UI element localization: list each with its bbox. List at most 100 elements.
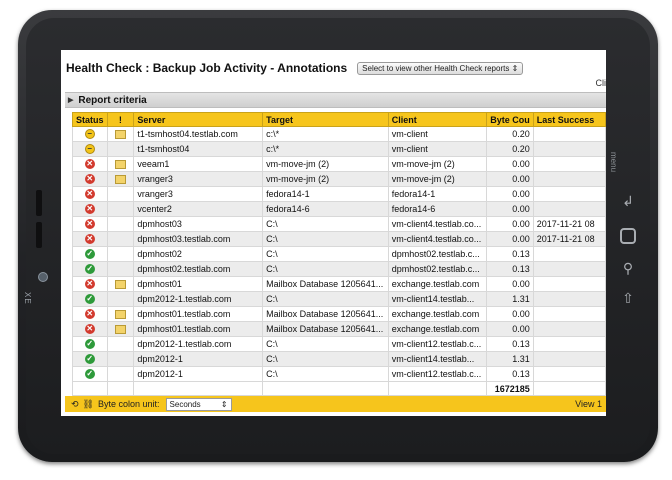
byte-count-cell: 1.31 [486,291,534,307]
table-row[interactable]: ✓ dpm2012-1 C:\ vm-client14.testlab... 1.31 [72,351,606,367]
back-arrow-icon[interactable]: ↲ [618,193,638,210]
annotation-cell[interactable] [106,126,135,142]
client-cell: vm-client12.testlab.c... [387,366,488,382]
last-success-cell [532,141,606,157]
table-row[interactable]: ✕ dpmhost01.testlab.com Mailbox Database 1… [72,306,606,322]
last-success-cell [532,126,606,142]
table-row[interactable]: ✕ veeam1 vm-move-jm (2) vm-move-jm (2) 0.00 [72,156,606,172]
table-row[interactable]: ✕ dpmhost03.testlab.com C:\ vm-client4.test… [72,231,606,247]
status-error-icon: ✕ [84,279,95,290]
column-header-byte-count[interactable]: Byte Cou [486,112,534,127]
total-row-cell [532,381,606,396]
table-row[interactable]: ✓ dpm2012-1 C:\ vm-client12.testlab.c... 0.1… [72,366,606,382]
last-success-cell: 2017-11-21 08 [532,231,606,247]
table-row[interactable]: ✕ vranger3 vm-move-jm (2) vm-move-jm (2) 0.0… [72,171,606,187]
annotation-cell [106,366,135,382]
byte-count-cell: 0.13 [486,246,534,262]
byte-count-cell: 1.31 [486,351,534,367]
table-row[interactable]: ✕ dpmhost01 Mailbox Database 1205641... exc… [72,276,606,292]
target-cell: C:\ [262,291,389,307]
table-row[interactable]: ✓ dpmhost02.testlab.com C:\ dpmhost02.testl… [72,261,606,277]
status-error-icon: ✕ [84,189,95,200]
column-header-last-success[interactable]: Last Success [532,112,606,127]
select-arrows-icon: ⇕ [220,399,228,409]
target-cell: fedora14-6 [262,201,389,217]
report-criteria-bar[interactable]: ▶ Report criteria [65,92,606,108]
status-warning-icon: – [84,144,95,155]
annotation-cell[interactable] [106,321,135,337]
table-row[interactable]: – t1-tsmhost04.testlab.com c:\* vm-client 0.… [72,126,606,142]
status-cell: ✕ [72,156,108,172]
client-cell: exchange.testlab.com [387,306,488,322]
table-row[interactable]: – t1-tsmhost04 c:\* vm-client 0.20 [72,141,606,157]
client-cell: dpmhost02.testlab.c... [387,261,488,277]
column-header-client[interactable]: Client [387,112,488,127]
link-icon[interactable]: ⛓ [83,399,94,410]
up-arrow-icon[interactable]: ⇧ [618,290,638,307]
status-cell: – [72,141,108,157]
column-header-target[interactable]: Target [262,112,389,127]
menu-label: menu [609,152,618,173]
client-cell: vm-move-jm (2) [387,171,488,187]
status-cell: ✕ [72,171,108,187]
table-row[interactable]: ✕ dpmhost03 C:\ vm-client4.testlab.co... 0.0… [72,216,606,232]
target-cell: C:\ [262,246,389,262]
annotation-cell[interactable] [106,156,135,172]
brand-label: XE [23,292,32,305]
unit-select[interactable]: Seconds ⇕ [165,397,232,411]
page-title: Health Check : Backup Job Activity - Ann… [66,61,348,75]
home-button-icon[interactable] [620,228,636,244]
status-cell: ✓ [72,261,108,277]
total-row-cell [387,381,488,396]
refresh-icon[interactable]: ⟲ [71,399,79,410]
column-header-status[interactable]: Status [72,112,108,127]
last-success-cell [532,156,606,172]
table-row[interactable]: ✕ vcenter2 fedora14-6 fedora14-6 0.00 [72,201,606,217]
annotation-note-icon[interactable] [114,280,126,290]
client-cell: vm-client14.testlab... [387,351,488,367]
status-cell: ✕ [72,231,108,247]
status-cell: ✕ [72,321,108,337]
client-cell: vm-client14.testlab... [387,291,488,307]
status-cell: ✓ [72,351,108,367]
annotation-note-icon[interactable] [114,130,126,140]
annotation-cell[interactable] [106,171,135,187]
target-cell: C:\ [262,351,389,367]
client-cell: vm-client4.testlab.co... [387,216,488,232]
annotation-note-icon[interactable] [114,310,126,320]
status-cell: ✓ [72,291,108,307]
search-icon[interactable]: ⚲ [618,260,638,277]
report-select[interactable]: Select to view other Health Check report… [357,61,524,75]
byte-count-cell: 0.13 [486,261,534,277]
annotation-cell[interactable] [106,276,135,292]
volume-up-button[interactable] [36,190,42,216]
annotation-cell [106,231,135,247]
server-cell: dpmhost02 [133,246,264,262]
table-row[interactable]: ✕ vranger3 fedora14-1 fedora14-1 0.00 [72,186,606,202]
volume-down-button[interactable] [36,222,42,248]
total-row-cell [262,381,389,396]
annotation-note-icon[interactable] [114,160,126,170]
byte-count-cell: 0.13 [486,366,534,382]
server-cell: vranger3 [133,171,264,187]
annotation-cell[interactable] [106,306,135,322]
total-row-cell [106,381,135,396]
status-cell: ✕ [72,306,108,322]
annotation-note-icon[interactable] [114,325,126,335]
app-screen: Health Check : Backup Job Activity - Ann… [61,50,606,416]
column-header-annotation[interactable]: ! [106,112,135,127]
table-row[interactable]: ✓ dpm2012-1.testlab.com C:\ vm-client14.tes… [72,291,606,307]
server-cell: vranger3 [133,186,264,202]
column-header-server[interactable]: Server [133,112,264,127]
table-row[interactable]: ✓ dpm2012-1.testlab.com C:\ vm-client12.tes… [72,336,606,352]
table-row[interactable]: ✓ dpmhost02 C:\ dpmhost02.testlab.c... 0.13 [72,246,606,262]
annotation-note-icon[interactable] [114,175,126,185]
byte-count-cell: 0.00 [486,321,534,337]
client-cell: fedora14-6 [387,201,488,217]
last-success-cell [532,291,606,307]
status-warning-icon: – [84,129,95,140]
last-success-cell [532,276,606,292]
status-cell: ✕ [72,216,108,232]
byte-count-cell: 0.00 [486,156,534,172]
table-row[interactable]: ✕ dpmhost01.testlab.com Mailbox Database 1… [72,321,606,337]
